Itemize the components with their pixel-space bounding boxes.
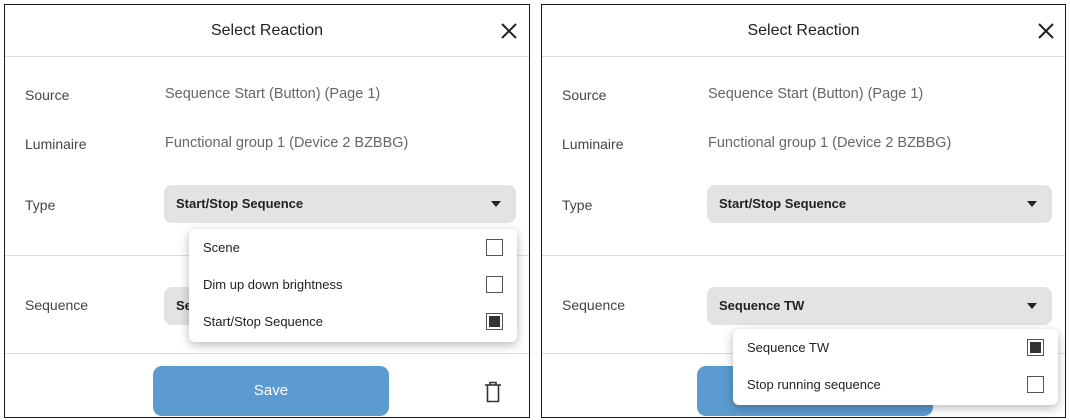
dialog-title: Select Reaction xyxy=(747,22,860,39)
dropdown-option-dim-up-down-brightness[interactable]: Dim up down brightness xyxy=(189,267,517,304)
trash-icon[interactable] xyxy=(484,381,502,403)
close-icon[interactable] xyxy=(1036,21,1056,41)
dialog-header: Select Reaction xyxy=(542,5,1065,57)
luminaire-value: Functional group 1 (Device 2 BZBBG) xyxy=(165,135,409,151)
source-label: Source xyxy=(25,87,70,103)
dialog-title: Select Reaction xyxy=(210,22,324,39)
save-button[interactable]: Save xyxy=(153,366,389,416)
caret-down-icon xyxy=(1027,201,1037,207)
option-label: Scene xyxy=(203,240,240,255)
source-label: Source xyxy=(562,87,607,103)
luminaire-label: Luminaire xyxy=(562,136,624,152)
dropdown-option-sequence-tw[interactable]: Sequence TW xyxy=(733,330,1058,367)
dropdown-option-scene[interactable]: Scene xyxy=(189,230,517,267)
luminaire-label: Luminaire xyxy=(25,136,87,152)
dropdown-option-stop-running-sequence[interactable]: Stop running sequence xyxy=(733,367,1058,404)
type-select-value: Start/Stop Sequence xyxy=(176,196,304,211)
sequence-label: Sequence xyxy=(562,297,626,313)
sequence-label: Sequence xyxy=(25,297,89,313)
type-select-value: Start/Stop Sequence xyxy=(719,196,847,211)
checkbox-icon[interactable] xyxy=(486,276,503,293)
divider xyxy=(542,255,1065,256)
dropdown-option-start-stop-sequence[interactable]: Start/Stop Sequence xyxy=(189,304,517,341)
close-icon[interactable] xyxy=(499,21,519,41)
type-dropdown-menu: Scene Dim up down brightness Start/Stop … xyxy=(189,229,517,342)
divider xyxy=(5,353,529,354)
source-value: Sequence Start (Button) (Page 1) xyxy=(165,86,381,102)
checkbox-checked-icon[interactable] xyxy=(1027,339,1044,356)
sequence-dropdown-menu: Sequence TW Stop running sequence xyxy=(733,329,1058,405)
luminaire-value: Functional group 1 (Device 2 BZBBG) xyxy=(708,135,952,151)
caret-down-icon xyxy=(491,201,501,207)
option-label: Sequence TW xyxy=(747,340,830,355)
select-reaction-dialog-right: Select Reaction Source Sequence Start (B… xyxy=(541,4,1066,418)
type-select[interactable]: Start/Stop Sequence xyxy=(164,185,516,223)
checkbox-icon[interactable] xyxy=(1027,376,1044,393)
checkbox-checked-icon[interactable] xyxy=(486,313,503,330)
sequence-select[interactable]: Sequence TW xyxy=(707,287,1052,325)
type-label: Type xyxy=(562,197,593,213)
dialog-header: Select Reaction xyxy=(5,5,529,57)
select-reaction-dialog-left: Select Reaction Source Sequence Start (B… xyxy=(4,4,530,418)
source-value: Sequence Start (Button) (Page 1) xyxy=(708,86,924,102)
type-label: Type xyxy=(25,197,56,213)
option-label: Start/Stop Sequence xyxy=(203,314,323,329)
caret-down-icon xyxy=(1027,303,1037,309)
sequence-select-value: Sequence TW xyxy=(719,298,805,313)
type-select[interactable]: Start/Stop Sequence xyxy=(707,185,1052,223)
option-label: Stop running sequence xyxy=(747,377,881,392)
checkbox-icon[interactable] xyxy=(486,239,503,256)
option-label: Dim up down brightness xyxy=(203,277,343,292)
